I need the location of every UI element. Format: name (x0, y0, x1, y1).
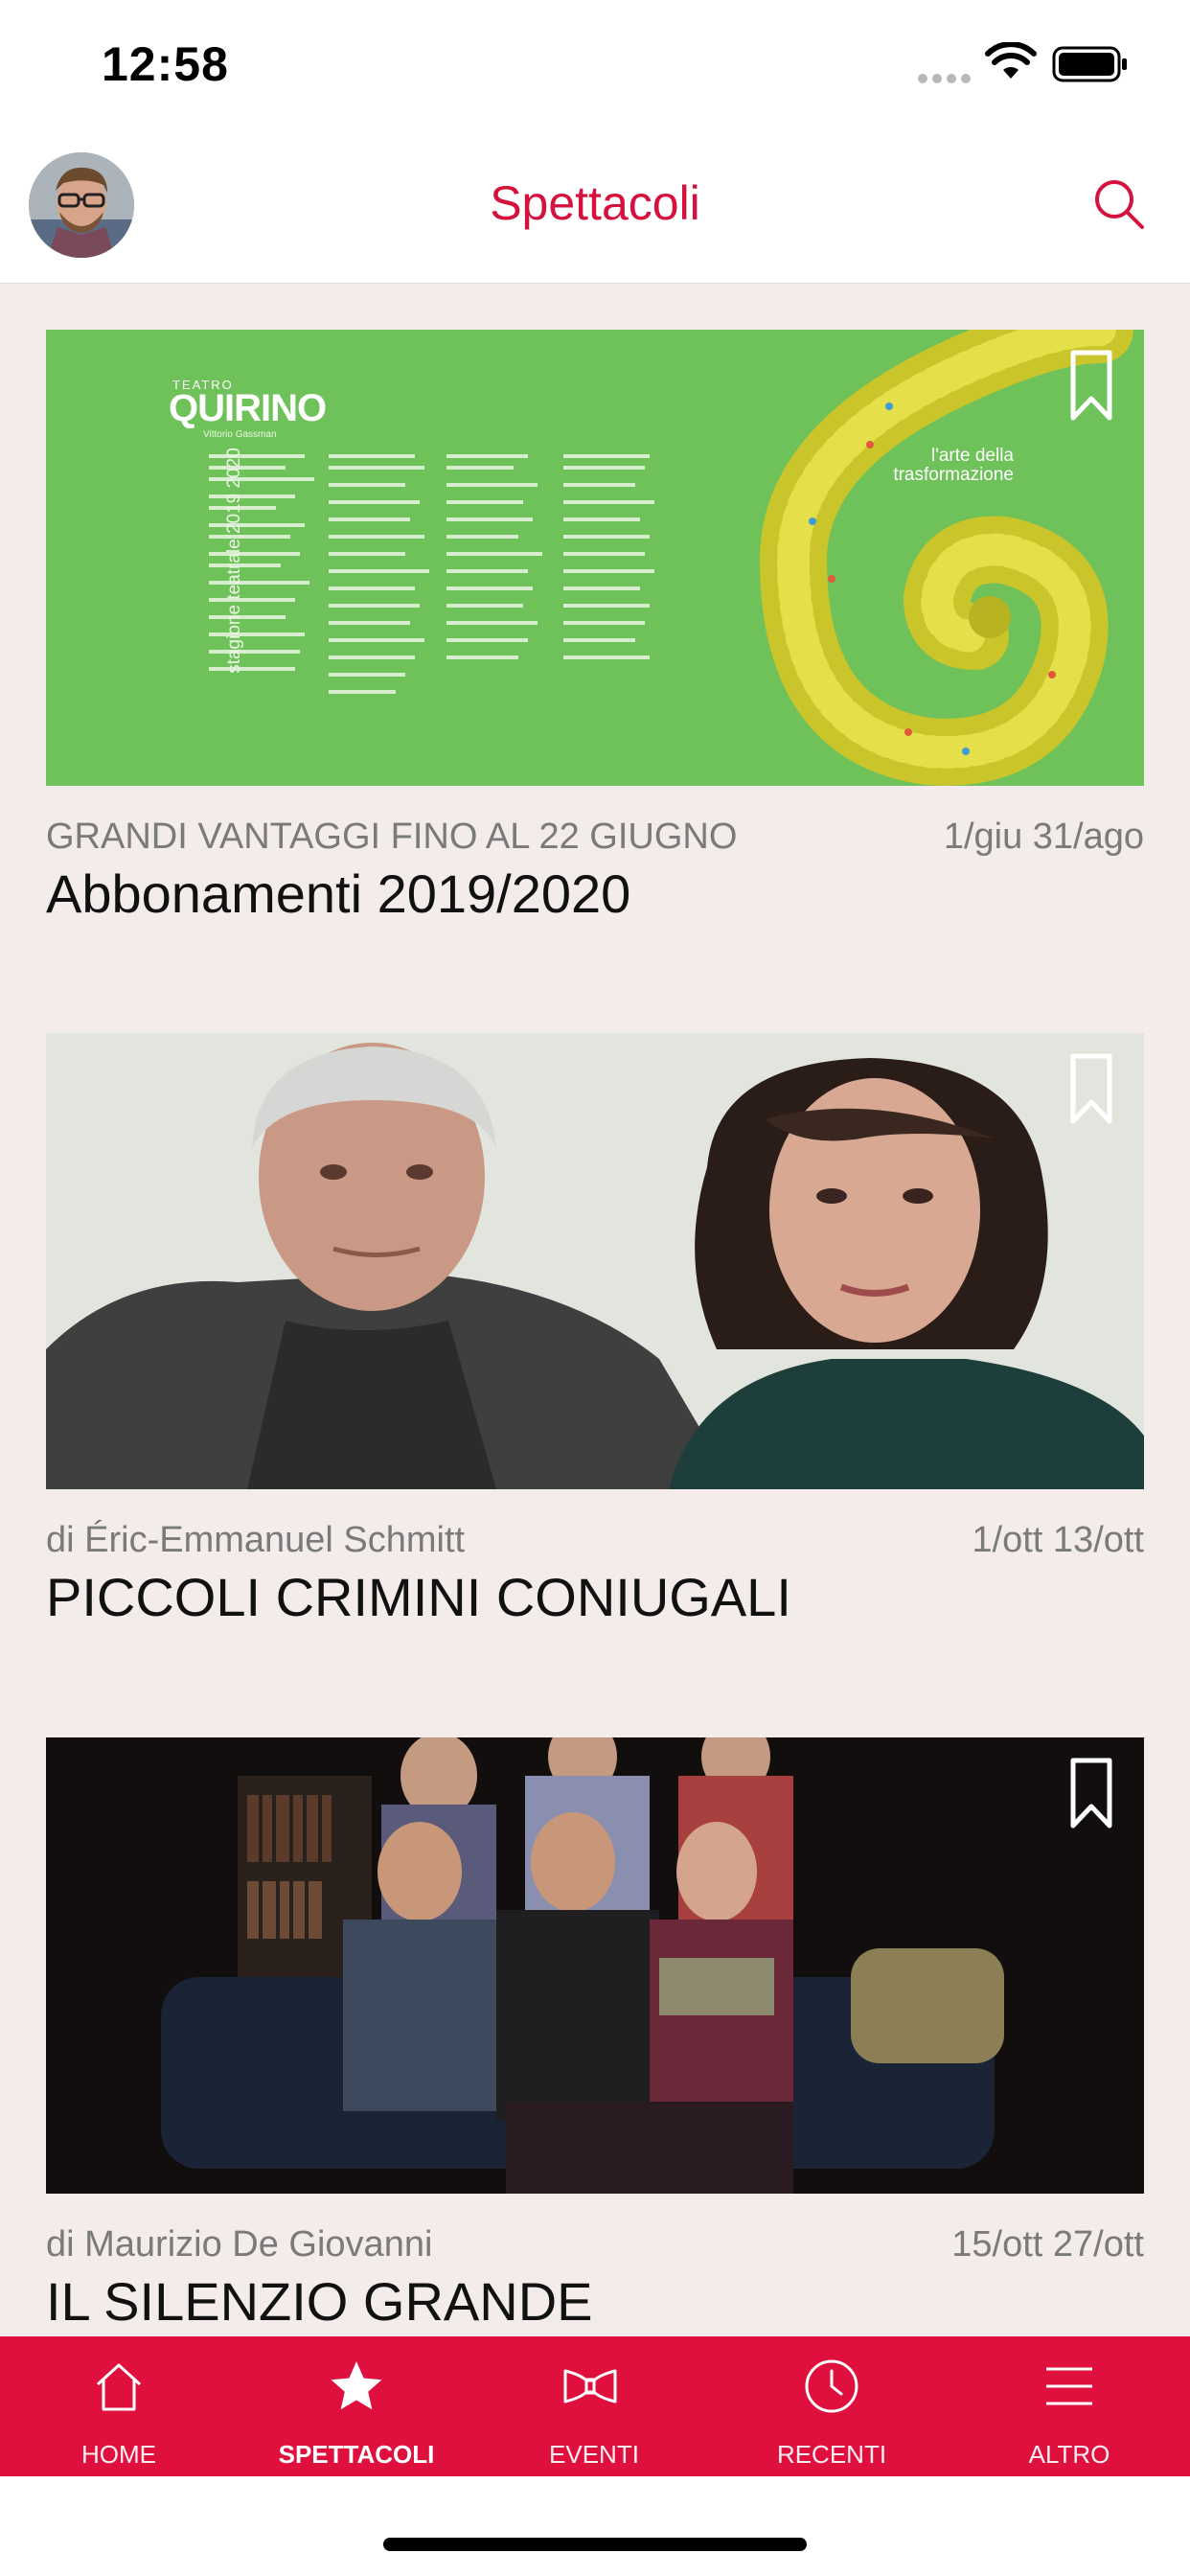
tab-spettacoli[interactable]: SPETTACOLI (238, 2336, 475, 2476)
tab-bar: HOME SPETTACOLI EVENTI RECENTI ALTRO (0, 2336, 1190, 2476)
show-poster-abbonamenti[interactable]: TEATRO QUIRINO Vittorio Gassman stagione… (46, 330, 1144, 786)
status-time: 12:58 (102, 37, 229, 91)
battery-icon (1052, 46, 1127, 82)
tab-label: EVENTI (549, 2440, 639, 2469)
clock-icon (805, 2359, 858, 2413)
tab-recenti[interactable]: RECENTI (713, 2336, 950, 2476)
search-icon[interactable] (1090, 175, 1148, 233)
status-bar: 12:58 (0, 0, 1190, 129)
show-photo-piccoli-crimini[interactable] (46, 1033, 1144, 1489)
bookmark-icon[interactable] (1067, 1757, 1115, 1829)
card-title[interactable]: Abbonamenti 2019/2020 (46, 862, 630, 925)
poster-season: stagione teatrale 2019 2020 (224, 448, 244, 674)
poster-brand: QUIRINO (169, 387, 327, 429)
nav-bar: Spettacoli (0, 129, 1190, 284)
page-title: Spettacoli (490, 176, 700, 230)
bowtie-icon (563, 2369, 617, 2404)
bookmark-icon[interactable] (1067, 349, 1115, 422)
card-dates: 15/ott 27/ott (951, 2224, 1144, 2265)
card-subtitle: di Éric-Emmanuel Schmitt (46, 1520, 466, 1560)
home-indicator[interactable] (383, 2538, 807, 2551)
home-icon (96, 2363, 142, 2411)
menu-icon (1046, 2367, 1092, 2405)
card-dates: 1/ott 13/ott (972, 1520, 1144, 1560)
tab-altro[interactable]: ALTRO (950, 2336, 1188, 2476)
show-photo-graphic (46, 1033, 1144, 1489)
card-subtitle: GRANDI VANTAGGI FINO AL 22 GIUGNO (46, 816, 738, 857)
bookmark-icon[interactable] (1067, 1052, 1115, 1125)
poster-tagline: l'arte della trasformazione (893, 446, 1014, 485)
card-title[interactable]: IL SILENZIO GRANDE (46, 2270, 593, 2333)
tab-label: HOME (81, 2440, 156, 2469)
tab-home[interactable]: HOME (0, 2336, 238, 2476)
show-photo-graphic (46, 1737, 1144, 2194)
tab-label: RECENTI (776, 2440, 887, 2469)
card-title[interactable]: PICCOLI CRIMINI CONIUGALI (46, 1566, 791, 1628)
tab-eventi[interactable]: EVENTI (475, 2336, 713, 2476)
card-subtitle: di Maurizio De Giovanni (46, 2224, 433, 2265)
home-indicator-area (0, 2476, 1190, 2576)
wifi-icon (985, 42, 1037, 79)
star-icon (331, 2361, 382, 2410)
tab-label: ALTRO (1028, 2440, 1110, 2469)
signal-icon (918, 71, 975, 88)
card-dates: 1/giu 31/ago (943, 816, 1144, 857)
show-photo-silenzio-grande[interactable] (46, 1737, 1144, 2194)
tab-label: SPETTACOLI (278, 2440, 435, 2469)
